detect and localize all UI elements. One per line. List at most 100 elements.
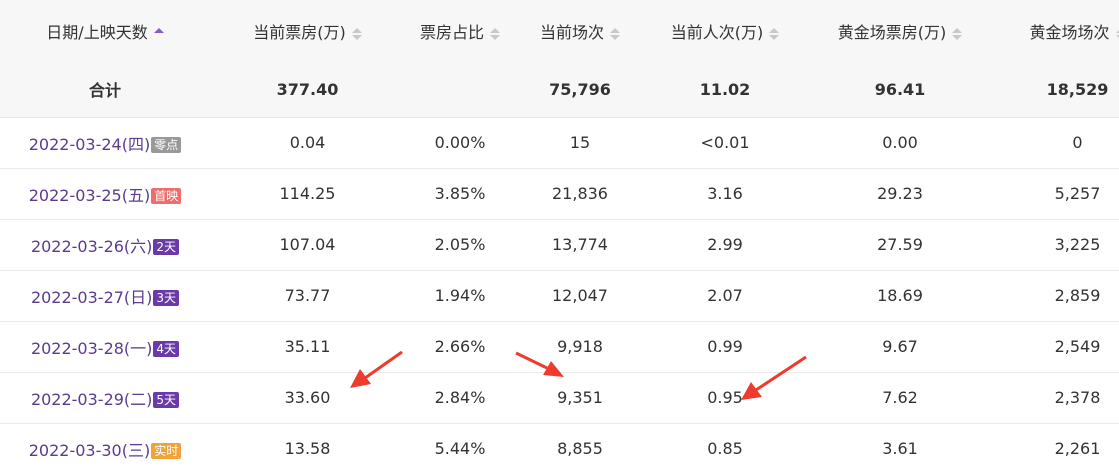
table-row: 2022-03-26(六)2天107.042.05%13,7742.9927.5… <box>0 219 1119 270</box>
value-cell: 2.84% <box>405 372 515 423</box>
column-header-prime-box-office[interactable]: 黄金场票房(万) <box>805 0 995 62</box>
date-link[interactable]: 2022-03-27(日) <box>31 288 152 307</box>
value-cell: 8,855 <box>515 423 645 474</box>
column-header-label: 当前人次(万) <box>671 23 764 42</box>
sort-icon[interactable] <box>1116 28 1119 40</box>
value-cell: 9.67 <box>805 321 995 372</box>
value-cell: 2,261 <box>995 423 1119 474</box>
total-cell: 96.41 <box>805 62 995 117</box>
sort-icon[interactable] <box>490 28 500 40</box>
value-cell: 3,225 <box>995 219 1119 270</box>
date-cell[interactable]: 2022-03-24(四)零点 <box>0 117 210 168</box>
value-cell: 1.94% <box>405 270 515 321</box>
day-badge: 4天 <box>153 341 179 357</box>
date-link[interactable]: 2022-03-29(二) <box>31 390 152 409</box>
value-cell: 0 <box>995 117 1119 168</box>
total-cell: 18,529 <box>995 62 1119 117</box>
value-cell: 73.77 <box>210 270 405 321</box>
date-cell[interactable]: 2022-03-28(一)4天 <box>0 321 210 372</box>
column-header-share[interactable]: 票房占比 <box>405 0 515 62</box>
date-link[interactable]: 2022-03-24(四) <box>29 135 150 154</box>
date-cell[interactable]: 2022-03-27(日)3天 <box>0 270 210 321</box>
date-link[interactable]: 2022-03-30(三) <box>29 441 150 460</box>
sort-icon[interactable] <box>610 28 620 40</box>
total-cell: 75,796 <box>515 62 645 117</box>
value-cell: 0.85 <box>645 423 805 474</box>
value-cell: 0.04 <box>210 117 405 168</box>
value-cell: 0.00 <box>805 117 995 168</box>
table-header: 日期/上映天数 当前票房(万) 票房占比 当前场次 当前人次(万) 黄金场票房(… <box>0 0 1119 62</box>
value-cell: 29.23 <box>805 168 995 219</box>
value-cell: <0.01 <box>645 117 805 168</box>
sort-icon[interactable] <box>154 28 164 40</box>
value-cell: 2.07 <box>645 270 805 321</box>
value-cell: 5.44% <box>405 423 515 474</box>
value-cell: 13,774 <box>515 219 645 270</box>
table-row: 2022-03-28(一)4天35.112.66%9,9180.999.672,… <box>0 321 1119 372</box>
value-cell: 12,047 <box>515 270 645 321</box>
table-row: 2022-03-27(日)3天73.771.94%12,0472.0718.69… <box>0 270 1119 321</box>
value-cell: 2,859 <box>995 270 1119 321</box>
date-cell[interactable]: 2022-03-25(五)首映 <box>0 168 210 219</box>
column-header-admissions[interactable]: 当前人次(万) <box>645 0 805 62</box>
column-header-prime-shows[interactable]: 黄金场场次 <box>995 0 1119 62</box>
date-cell[interactable]: 2022-03-30(三)实时 <box>0 423 210 474</box>
column-header-shows[interactable]: 当前场次 <box>515 0 645 62</box>
value-cell: 2,378 <box>995 372 1119 423</box>
day-badge: 实时 <box>151 443 181 459</box>
column-header-label: 当前场次 <box>540 23 604 42</box>
value-cell: 13.58 <box>210 423 405 474</box>
date-cell[interactable]: 2022-03-26(六)2天 <box>0 219 210 270</box>
table-row: 2022-03-24(四)零点0.040.00%15<0.010.000 <box>0 117 1119 168</box>
total-cell: 11.02 <box>645 62 805 117</box>
day-badge: 5天 <box>153 392 179 408</box>
value-cell: 3.16 <box>645 168 805 219</box>
date-link[interactable]: 2022-03-26(六) <box>31 237 152 256</box>
sort-icon[interactable] <box>952 28 962 40</box>
table-row: 2022-03-25(五)首映114.253.85%21,8363.1629.2… <box>0 168 1119 219</box>
column-header-label: 黄金场场次 <box>1029 23 1109 42</box>
value-cell: 9,918 <box>515 321 645 372</box>
value-cell: 0.99 <box>645 321 805 372</box>
total-cell: 377.40 <box>210 62 405 117</box>
day-badge: 3天 <box>153 290 179 306</box>
table-row: 2022-03-29(二)5天33.602.84%9,3510.957.622,… <box>0 372 1119 423</box>
value-cell: 21,836 <box>515 168 645 219</box>
column-header-label: 票房占比 <box>420 23 484 42</box>
value-cell: 33.60 <box>210 372 405 423</box>
table-row: 2022-03-30(三)实时13.585.44%8,8550.853.612,… <box>0 423 1119 474</box>
value-cell: 3.61 <box>805 423 995 474</box>
day-badge: 首映 <box>151 188 181 204</box>
total-cell: 合计 <box>0 62 210 117</box>
sort-icon[interactable] <box>352 28 362 40</box>
value-cell: 5,257 <box>995 168 1119 219</box>
date-cell[interactable]: 2022-03-29(二)5天 <box>0 372 210 423</box>
column-header-box-office[interactable]: 当前票房(万) <box>210 0 405 62</box>
value-cell: 27.59 <box>805 219 995 270</box>
total-row: 合计 377.40 75,796 11.02 96.41 18,529 <box>0 62 1119 117</box>
value-cell: 35.11 <box>210 321 405 372</box>
value-cell: 0.00% <box>405 117 515 168</box>
day-badge: 零点 <box>151 137 181 153</box>
value-cell: 18.69 <box>805 270 995 321</box>
column-header-date[interactable]: 日期/上映天数 <box>0 0 210 62</box>
box-office-table: 日期/上映天数 当前票房(万) 票房占比 当前场次 当前人次(万) 黄金场票房(… <box>0 0 1119 474</box>
value-cell: 2.05% <box>405 219 515 270</box>
column-header-label: 当前票房(万) <box>253 23 346 42</box>
value-cell: 107.04 <box>210 219 405 270</box>
value-cell: 2.66% <box>405 321 515 372</box>
column-header-label: 黄金场票房(万) <box>838 23 947 42</box>
value-cell: 3.85% <box>405 168 515 219</box>
total-cell <box>405 62 515 117</box>
value-cell: 0.95 <box>645 372 805 423</box>
value-cell: 15 <box>515 117 645 168</box>
value-cell: 9,351 <box>515 372 645 423</box>
date-link[interactable]: 2022-03-25(五) <box>29 186 150 205</box>
value-cell: 2.99 <box>645 219 805 270</box>
value-cell: 2,549 <box>995 321 1119 372</box>
day-badge: 2天 <box>153 239 179 255</box>
date-link[interactable]: 2022-03-28(一) <box>31 339 152 358</box>
column-header-label: 日期/上映天数 <box>46 23 147 42</box>
value-cell: 114.25 <box>210 168 405 219</box>
sort-icon[interactable] <box>769 28 779 40</box>
